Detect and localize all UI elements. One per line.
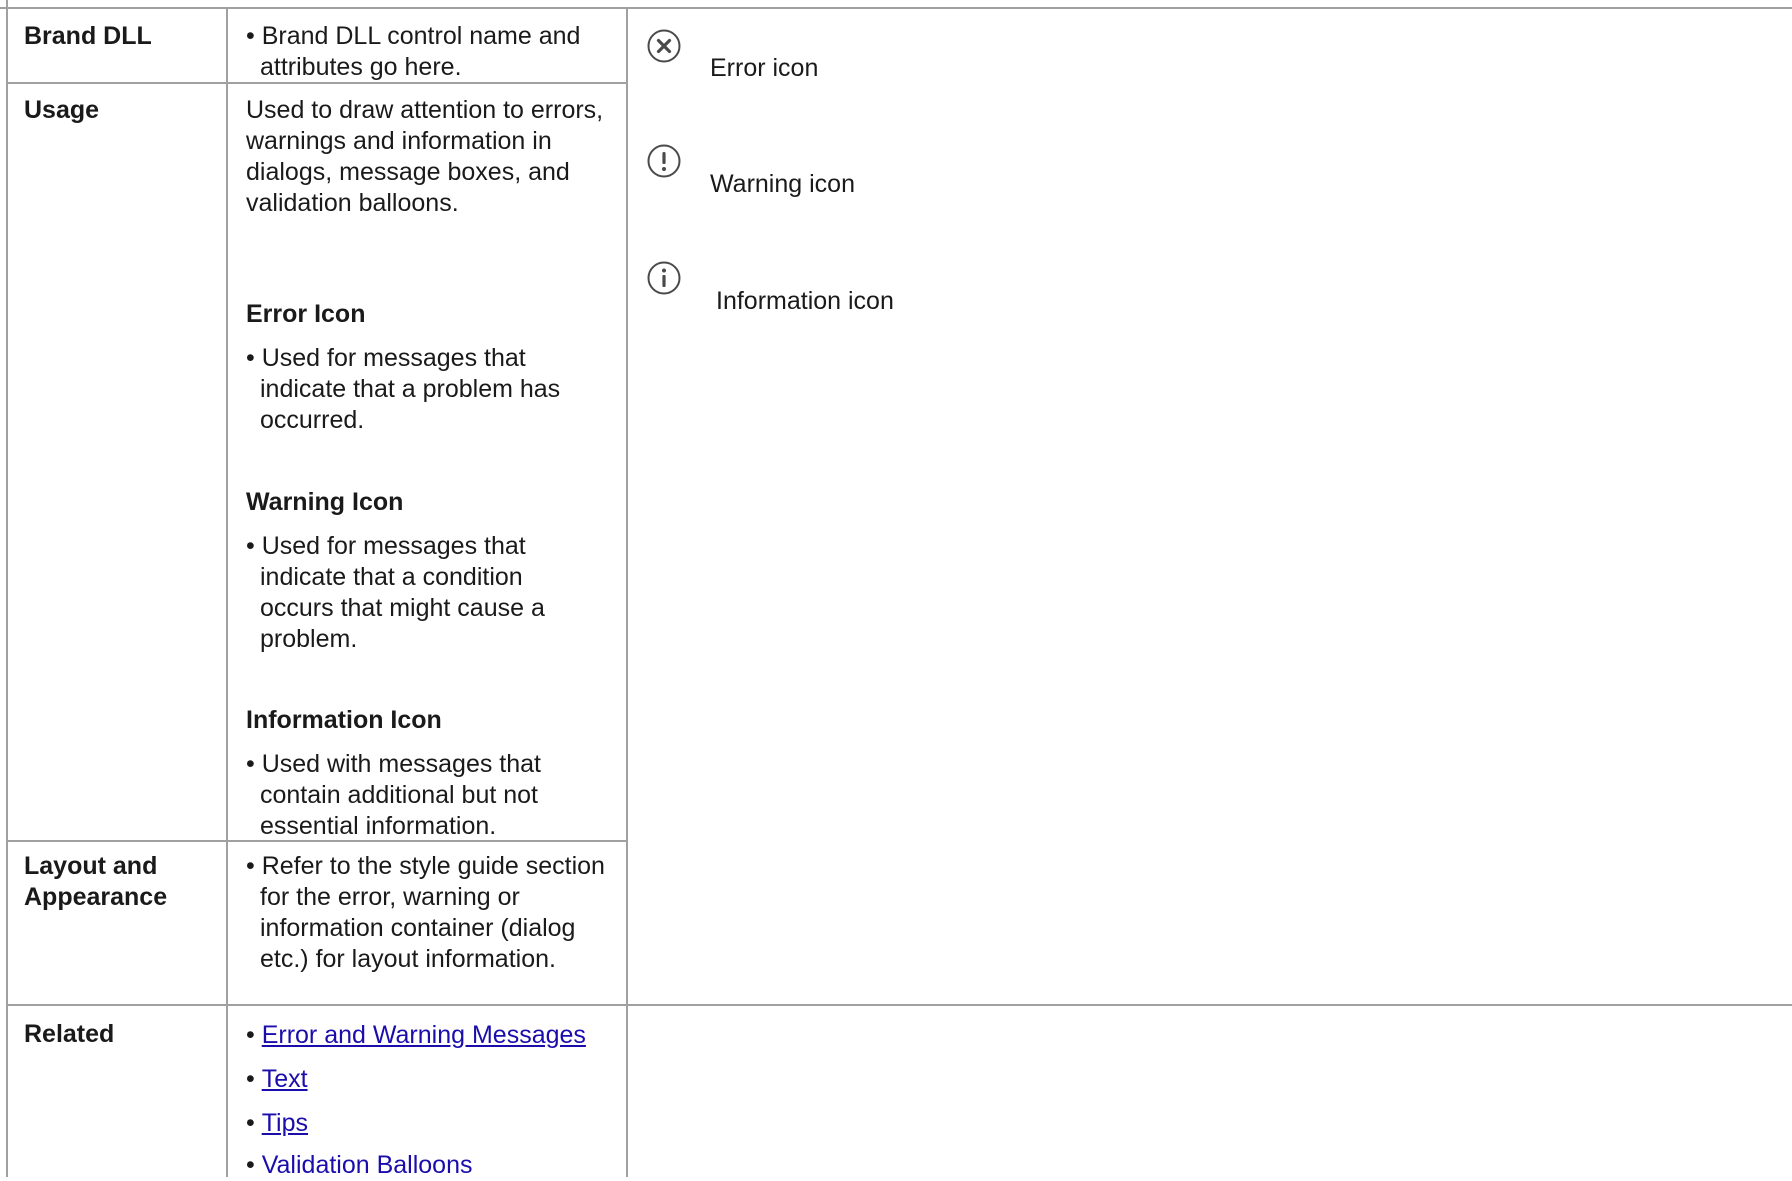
column-divider-2 <box>626 7 628 1177</box>
related-link-item: • Text <box>246 1065 308 1093</box>
error-icon-bullet: • Used for messages that indicate that a… <box>246 344 561 434</box>
related-link-error-warning-messages[interactable]: Error and Warning Messages <box>262 1021 586 1049</box>
related-link-item: • Tips <box>246 1109 309 1137</box>
error-icon-heading: Error Icon <box>246 300 366 328</box>
table-top-border <box>0 7 1792 9</box>
warning-icon-caption: Warning icon <box>710 170 855 198</box>
information-icon-heading: Information Icon <box>246 706 442 734</box>
related-link-item: • Error and Warning Messages <box>246 1021 586 1049</box>
table-left-border <box>6 0 8 1177</box>
error-icon <box>647 29 681 63</box>
related-link-text[interactable]: Text <box>262 1065 308 1093</box>
related-link-tips[interactable]: Tips <box>262 1109 308 1137</box>
column-divider-1 <box>226 7 228 1177</box>
brand-dll-label: Brand DLL <box>24 22 152 50</box>
information-icon-caption: Information icon <box>716 287 894 315</box>
usage-intro: Used to draw attention to errors, warnin… <box>246 96 604 217</box>
related-label: Related <box>24 1020 115 1048</box>
warning-icon-bullet: • Used for messages that indicate that a… <box>246 532 545 653</box>
warning-icon-heading: Warning Icon <box>246 488 404 516</box>
row-divider-layout <box>6 1004 1792 1006</box>
warning-icon <box>647 144 681 178</box>
information-icon-bullet: • Used with messages that contain additi… <box>246 750 541 840</box>
brand-dll-bullet: • Brand DLL control name and attributes … <box>246 22 581 81</box>
information-icon <box>647 261 681 295</box>
layout-appearance-label: Layout and Appearance <box>24 852 168 911</box>
layout-appearance-bullet: • Refer to the style guide section for t… <box>246 852 605 973</box>
error-icon-caption: Error icon <box>710 54 819 82</box>
related-link-item: • Validation Balloons <box>246 1151 473 1179</box>
usage-label: Usage <box>24 96 100 124</box>
related-link-validation-balloons[interactable]: Validation Balloons <box>262 1151 473 1179</box>
